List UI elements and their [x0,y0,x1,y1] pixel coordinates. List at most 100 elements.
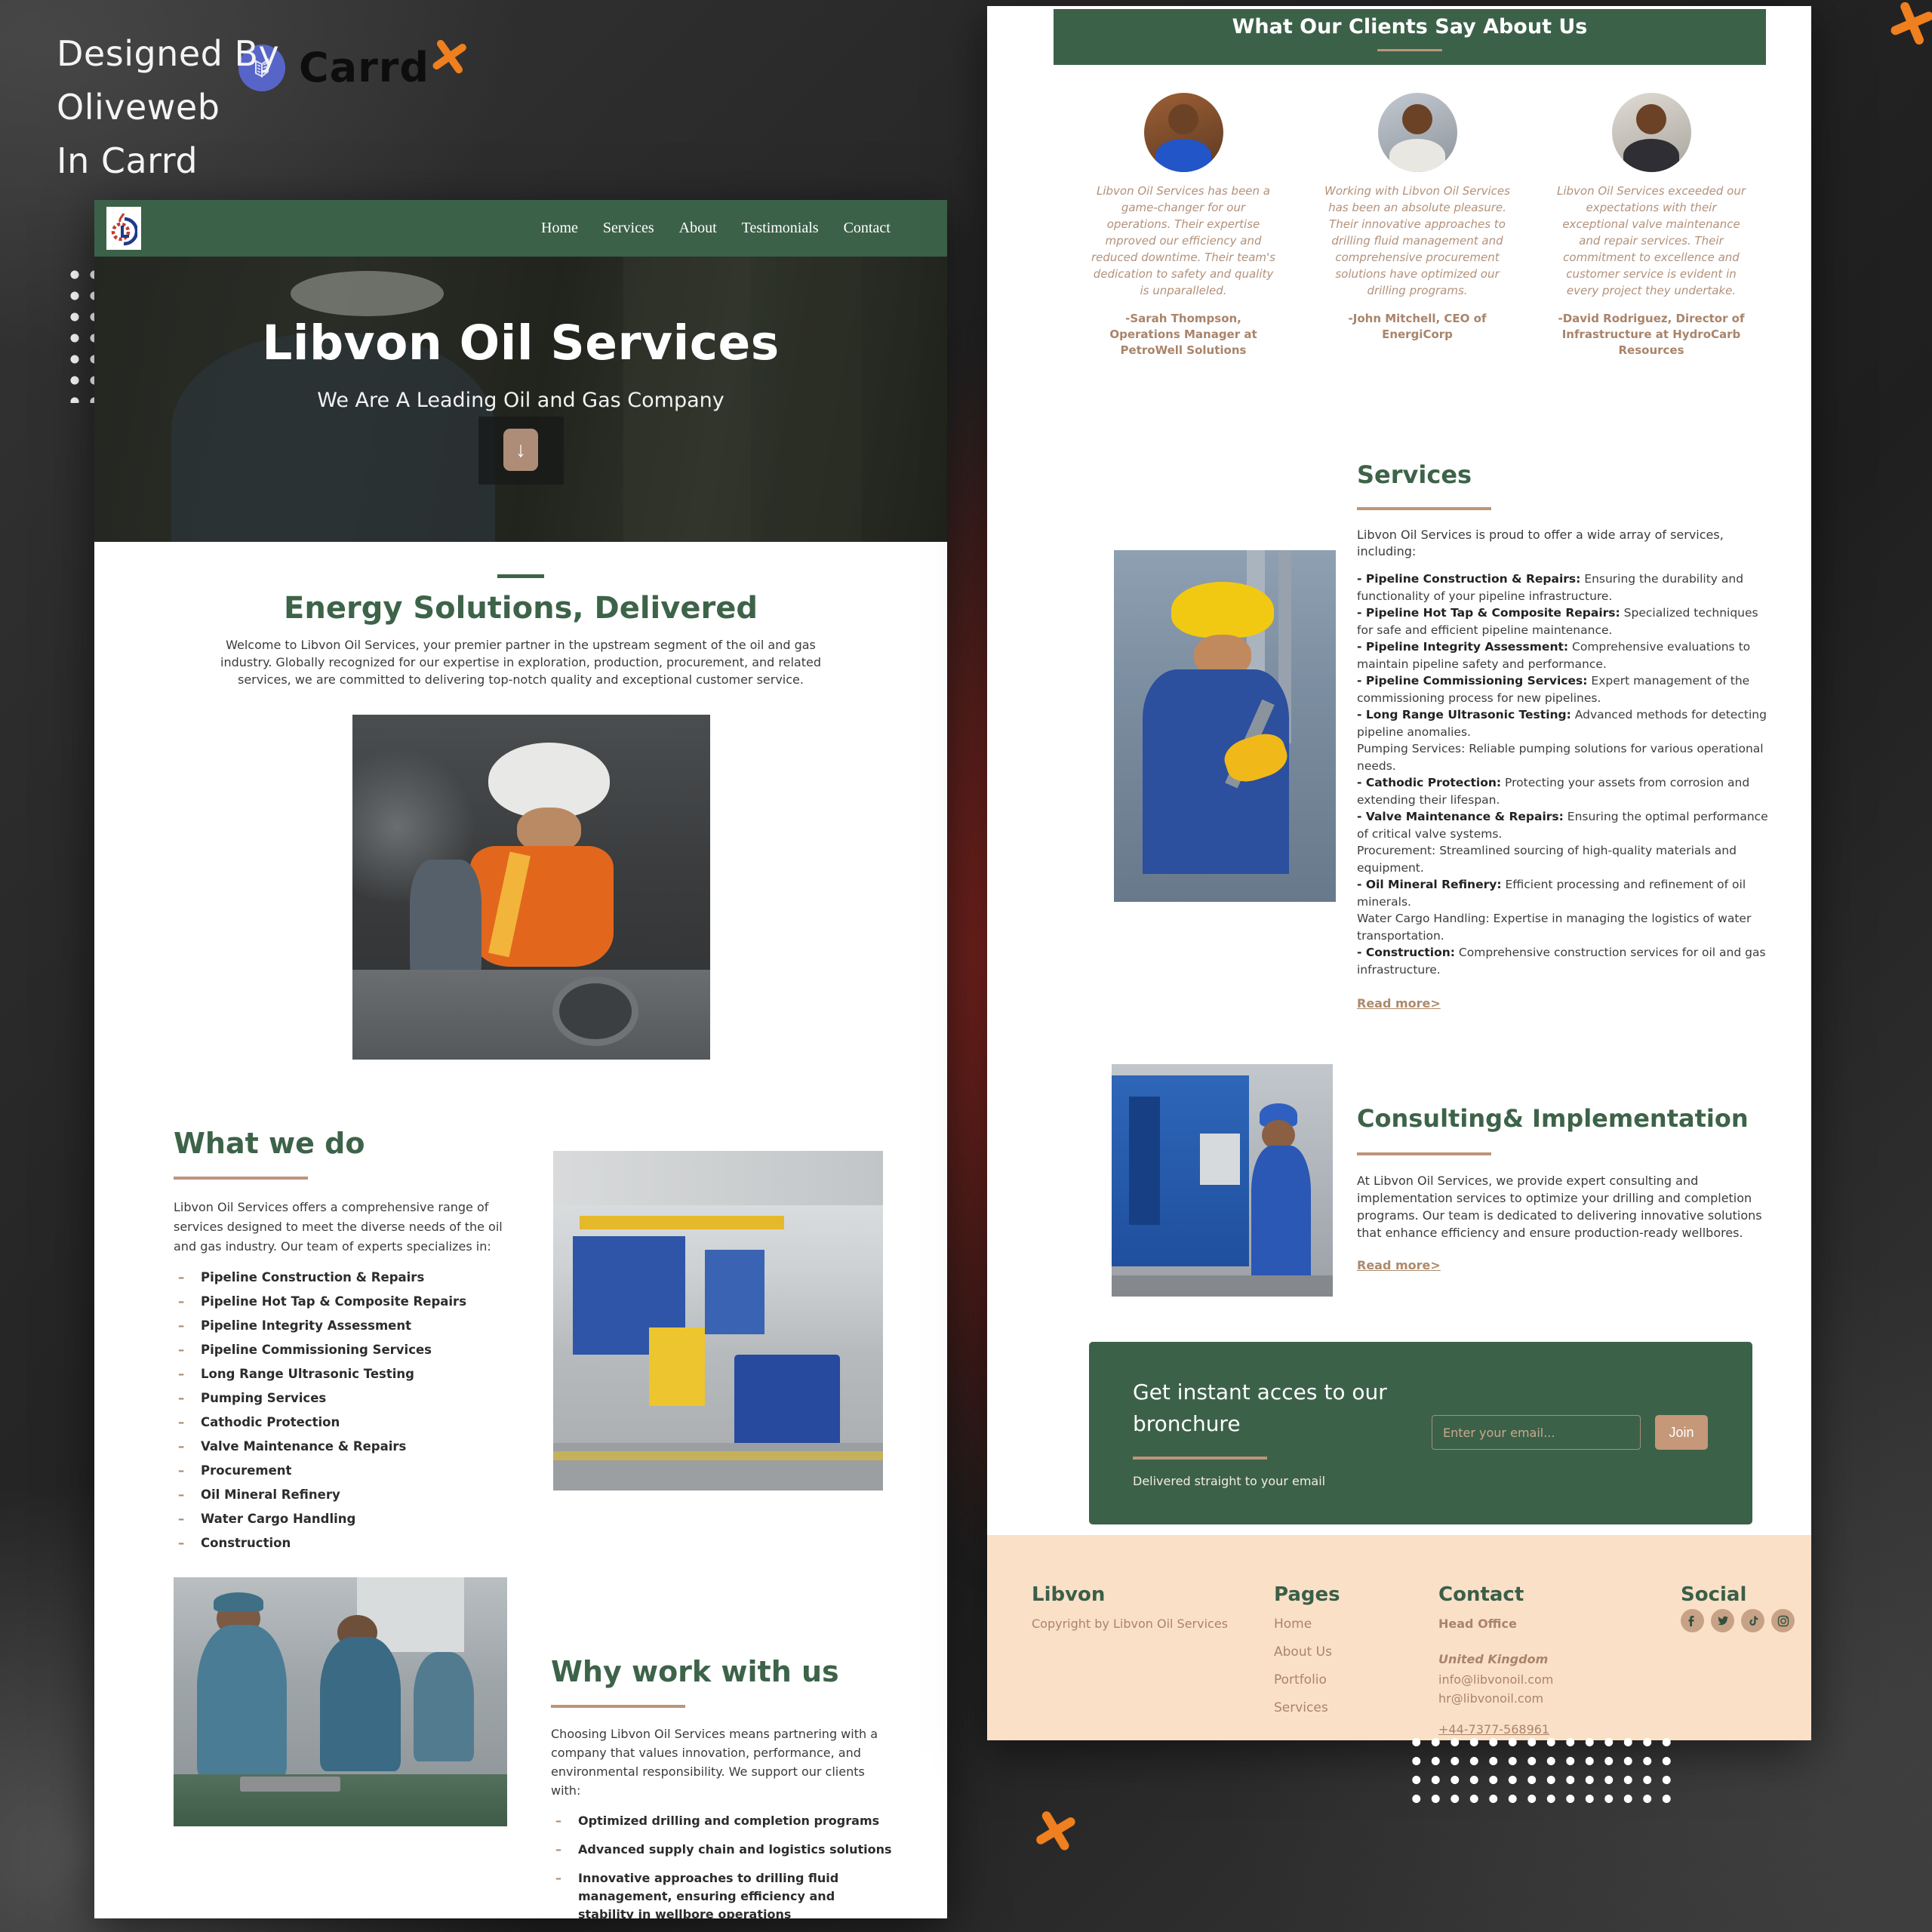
service-list-item: Pipeline Integrity Assessment [174,1318,509,1333]
hero-title: Libvon Oil Services [262,315,780,371]
instagram-icon[interactable] [1771,1609,1795,1632]
testimonial-quote: Working with Libvon Oil Services has bee… [1323,183,1512,299]
service-detail-item: Pumping Services: Reliable pumping solut… [1357,740,1768,774]
services-intro: Libvon Oil Services is proud to offer a … [1357,527,1768,560]
site-header: Home Services About Testimonials Contact [94,200,947,257]
footer-brand-heading: Libvon [1032,1583,1105,1606]
nav-item[interactable]: Contact [844,220,891,237]
website-page-testimonials: What Our Clients Say About Us Libvon Oil… [987,6,1811,1740]
client-avatar [1378,93,1457,172]
client-avatar [1612,93,1691,172]
service-list-item: Pipeline Hot Tap & Composite Repairs [174,1294,509,1309]
intro-heading: Energy Solutions, Delivered [94,591,947,626]
service-detail-item: - Pipeline Integrity Assessment: Compreh… [1357,638,1768,672]
why-work-paragraph: Choosing Libvon Oil Services means partn… [551,1724,894,1800]
footer-page-link[interactable]: Home [1274,1617,1332,1632]
service-detail-item: - Cathodic Protection: Protecting your a… [1357,774,1768,808]
service-detail-item: - Long Range Ultrasonic Testing: Advance… [1357,706,1768,740]
what-we-do-paragraph: Libvon Oil Services offers a comprehensi… [174,1198,509,1257]
consulting-photo [1112,1064,1333,1297]
design-showcase-canvas: Designed ByOlivewebIn Carrd Carrd [0,0,1932,1932]
what-we-do-heading: What we do [174,1127,509,1160]
subscribe-title: Get instant acces to our bronchure [1133,1377,1389,1440]
facility-photo [553,1151,883,1491]
testimonial-quote: Libvon Oil Services exceeded our expecta… [1557,183,1746,299]
subscribe-box: Get instant acces to our bronchure Deliv… [1089,1342,1752,1524]
site-footer: Libvon Copyright by Libvon Oil Services … [987,1535,1811,1740]
carrd-wordmark: Carrd [299,44,429,91]
testimonial-author: -Sarah Thompson, Operations Manager at P… [1089,311,1278,358]
head-office-label: Head Office [1438,1617,1635,1631]
what-we-do-list: Pipeline Construction & Repairs Pipeline … [174,1270,509,1550]
service-list-item: Water Cargo Handling [174,1512,509,1526]
heading-underline [1357,1152,1491,1155]
main-nav: Home Services About Testimonials Contact [541,200,891,257]
service-detail-item: - Pipeline Commissioning Services: Exper… [1357,672,1768,706]
subscribe-underline [1133,1457,1267,1460]
service-detail-item: Procurement: Streamlined sourcing of hig… [1357,842,1768,876]
footer-page-link[interactable]: Services [1274,1700,1332,1715]
services-detail-list: - Pipeline Construction & Repairs: Ensur… [1357,571,1768,978]
benefit-list-item: Optimized drilling and completion progra… [551,1812,894,1830]
footer-contact-heading: Contact [1438,1583,1524,1606]
designer-credit: Designed ByOlivewebIn Carrd [57,27,279,188]
client-avatar [1144,93,1223,172]
service-list-item: Oil Mineral Refinery [174,1487,509,1502]
twitter-icon[interactable] [1711,1609,1734,1632]
testimonial-card: Libvon Oil Services has been a game-chan… [1089,93,1278,358]
nav-item[interactable]: Services [603,220,654,237]
footer-pages-heading: Pages [1274,1583,1340,1606]
service-list-item: Long Range Ultrasonic Testing [174,1367,509,1381]
social-icons-row [1681,1609,1795,1632]
nav-item[interactable]: Home [541,220,578,237]
service-detail-item: Water Cargo Handling: Expertise in manag… [1357,910,1768,944]
down-arrow-icon[interactable]: ↓ [503,429,538,471]
testimonials-heading: What Our Clients Say About Us [1054,15,1766,38]
email-hr: hr@libvonoil.com [1438,1691,1635,1706]
footer-page-link[interactable]: About Us [1274,1644,1332,1660]
heading-underline [551,1705,685,1708]
website-page-home: Home Services About Testimonials Contact Lib… [94,200,947,1918]
why-work-heading: Why work with us [551,1655,894,1688]
service-list-item: Valve Maintenance & Repairs [174,1439,509,1454]
footer-pages-links: Home About Us Portfolio Services [1274,1617,1332,1728]
service-detail-item: - Valve Maintenance & Repairs: Ensuring … [1357,808,1768,842]
service-list-item: Pipeline Construction & Repairs [174,1270,509,1284]
services-heading: Services [1357,460,1768,489]
join-button[interactable]: Join [1655,1415,1708,1450]
hero-subtitle: We Are A Leading Oil and Gas Company [317,389,724,412]
nav-item[interactable]: Testimonials [742,220,819,237]
email-primary: info@libvonoil.com [1438,1672,1635,1687]
services-photo [1114,550,1336,902]
workers-photo [174,1577,507,1826]
libvon-logo[interactable] [106,207,141,250]
worker-lathe-photo [352,715,710,1060]
consulting-read-more-link[interactable]: Read more> [1357,1258,1441,1272]
service-list-item: Cathodic Protection [174,1415,509,1429]
service-detail-item: - Construction: Comprehensive constructi… [1357,944,1768,978]
facebook-icon[interactable] [1681,1609,1704,1632]
testimonial-card: Working with Libvon Oil Services has bee… [1323,93,1512,343]
footer-page-link[interactable]: Portfolio [1274,1672,1332,1687]
consulting-paragraph: At Libvon Oil Services, we provide exper… [1357,1172,1768,1241]
service-list-item: Procurement [174,1463,509,1478]
service-list-item: Pipeline Commissioning Services [174,1343,509,1357]
benefit-list-item: Advanced supply chain and logistics solu… [551,1841,894,1859]
consulting-heading: Consulting& Implementation [1357,1104,1768,1133]
dots-pattern-bottom-right [1405,1731,1674,1805]
section-dash [497,574,544,578]
service-detail-item: - Pipeline Construction & Repairs: Ensur… [1357,571,1768,605]
copyright-text: Copyright by Libvon Oil Services [1032,1617,1228,1631]
testimonial-author: -David Rodriguez, Director of Infrastruc… [1557,311,1746,358]
services-read-more-link[interactable]: Read more> [1357,996,1441,1011]
service-list-item: Pumping Services [174,1391,509,1405]
testimonial-quote: Libvon Oil Services has been a game-chan… [1089,183,1278,299]
testimonial-author: -John Mitchell, CEO of EnergiCorp [1323,311,1512,343]
tiktok-icon[interactable] [1741,1609,1764,1632]
nav-item[interactable]: About [679,220,717,237]
testimonial-card: Libvon Oil Services exceeded our expecta… [1557,93,1746,358]
intro-paragraph: Welcome to Libvon Oil Services, your pre… [204,636,838,688]
email-input[interactable] [1432,1415,1641,1450]
orange-x-decoration [427,33,472,78]
credit-line: Oliveweb [57,81,279,134]
